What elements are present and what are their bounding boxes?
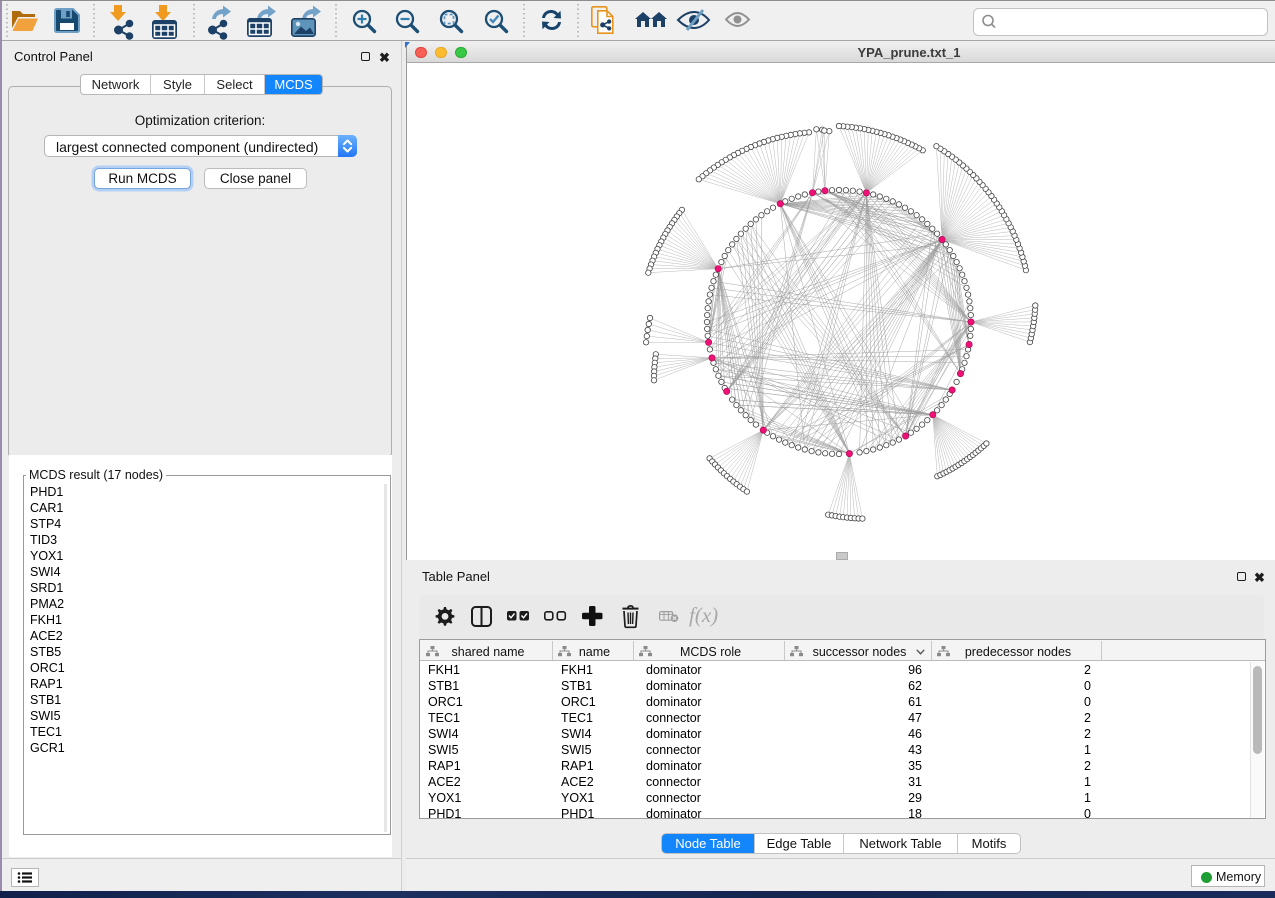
svg-text:f(x): f(x) bbox=[689, 603, 718, 627]
